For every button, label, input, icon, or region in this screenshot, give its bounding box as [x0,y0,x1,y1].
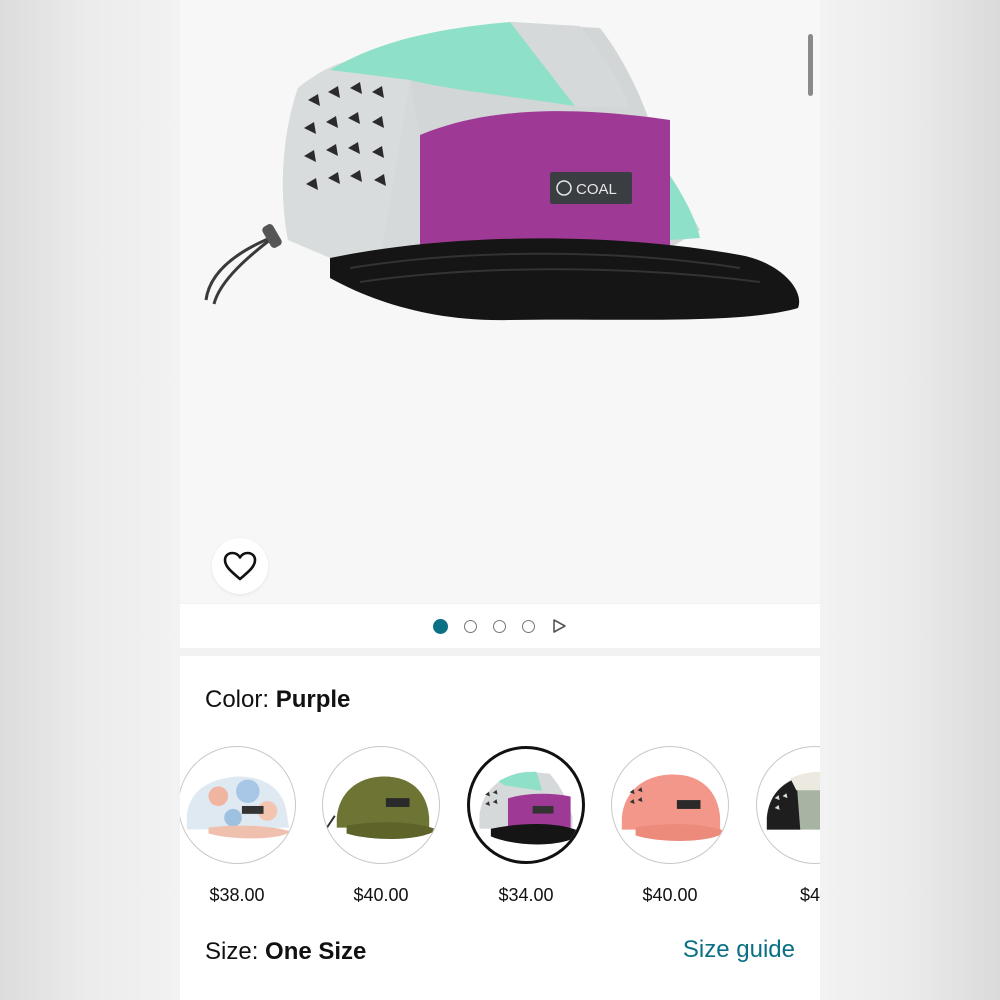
color-swatch-olive[interactable] [322,746,440,864]
product-image-gallery[interactable]: COAL [180,0,820,603]
size-label-text: Size: [205,938,259,965]
swatch-image [766,771,820,830]
gallery-dot-1[interactable] [433,618,448,634]
gallery-dot-4[interactable] [522,619,535,633]
product-image: COAL [204,22,800,321]
gallery-dot-3[interactable] [493,619,506,633]
scroll-indicator[interactable] [808,34,813,96]
size-value: One Size [265,938,367,965]
swatch-price: $40.00 [642,885,698,905]
swatch-image [186,776,292,839]
swatch-image [621,774,727,841]
color-swatch-sage-black[interactable] [756,746,820,864]
color-swatch-tie-dye[interactable] [180,746,296,864]
color-label-text: Color: [205,686,270,713]
color-selection-label: Color: Purple [205,686,350,714]
swatch-image [326,776,438,839]
variation-options: Color: Purple $38.00 $40.00 $34.00 $40.0… [180,656,820,1000]
gallery-dot-2[interactable] [464,619,477,633]
play-triangle-icon[interactable] [551,618,567,634]
swatch-price: $40 [799,885,820,905]
selected-color-value: Purple [275,686,351,713]
color-swatch-purple[interactable] [467,746,585,864]
swatch-image [479,771,582,845]
brand-patch-text: COAL [576,181,617,198]
wishlist-button[interactable] [212,538,268,594]
size-guide-link[interactable]: Size guide [683,936,795,964]
size-selection-label: Size: One Size [205,938,366,966]
product-page: COAL Color: Purple $38.00 $40.00 $34.00 … [180,0,820,1000]
color-swatch-coral[interactable] [611,746,729,864]
gallery-pagination [180,604,820,648]
swatch-price: $40.00 [353,885,409,905]
swatch-price: $38.00 [209,885,265,905]
swatch-price: $34.00 [498,885,554,905]
heart-outline-icon [223,551,257,581]
